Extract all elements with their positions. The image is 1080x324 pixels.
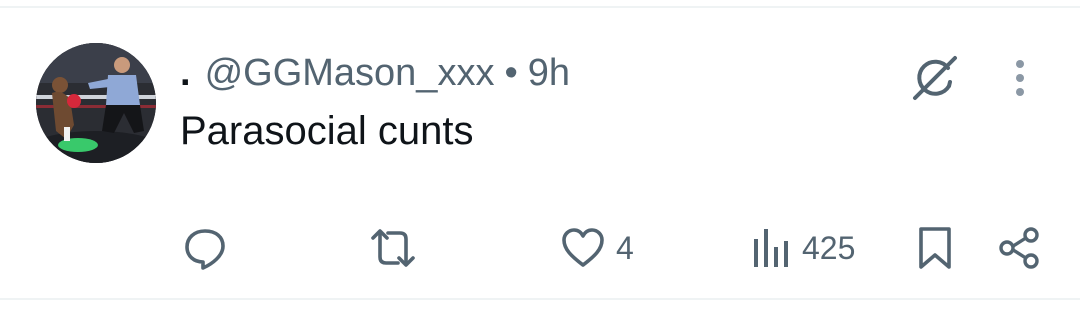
views-icon: [754, 229, 788, 267]
user-handle[interactable]: @GGMason_xxx: [205, 52, 495, 95]
repost-icon: [371, 229, 415, 267]
avatar-image: [36, 43, 156, 163]
post-time[interactable]: 9h: [528, 52, 570, 95]
reply-button[interactable]: [180, 222, 240, 274]
post-text: Parasocial cunts: [180, 109, 474, 153]
share-icon: [999, 227, 1039, 269]
heart-icon: [562, 228, 604, 267]
grok-icon[interactable]: [905, 52, 963, 104]
reply-icon: [185, 229, 225, 270]
like-button[interactable]: 4: [560, 222, 634, 274]
bookmark-button[interactable]: [914, 222, 956, 274]
display-name[interactable]: .: [180, 52, 191, 95]
views-count: 425: [802, 229, 856, 266]
share-button[interactable]: [996, 222, 1042, 274]
more-vertical-icon[interactable]: [1005, 56, 1035, 100]
repost-button[interactable]: [365, 222, 431, 274]
separator-dot: •: [504, 51, 518, 94]
views-button[interactable]: 425: [750, 222, 855, 274]
bottom-divider: [0, 298, 1080, 300]
action-bar: 4 425: [0, 222, 1080, 274]
like-count: 4: [616, 229, 634, 266]
avatar[interactable]: [36, 43, 156, 163]
bookmark-icon: [919, 227, 951, 269]
post-header: . @GGMason_xxx • 9h: [180, 48, 570, 98]
post[interactable]: . @GGMason_xxx • 9h Parasocial cunts 4 4…: [0, 8, 1080, 298]
